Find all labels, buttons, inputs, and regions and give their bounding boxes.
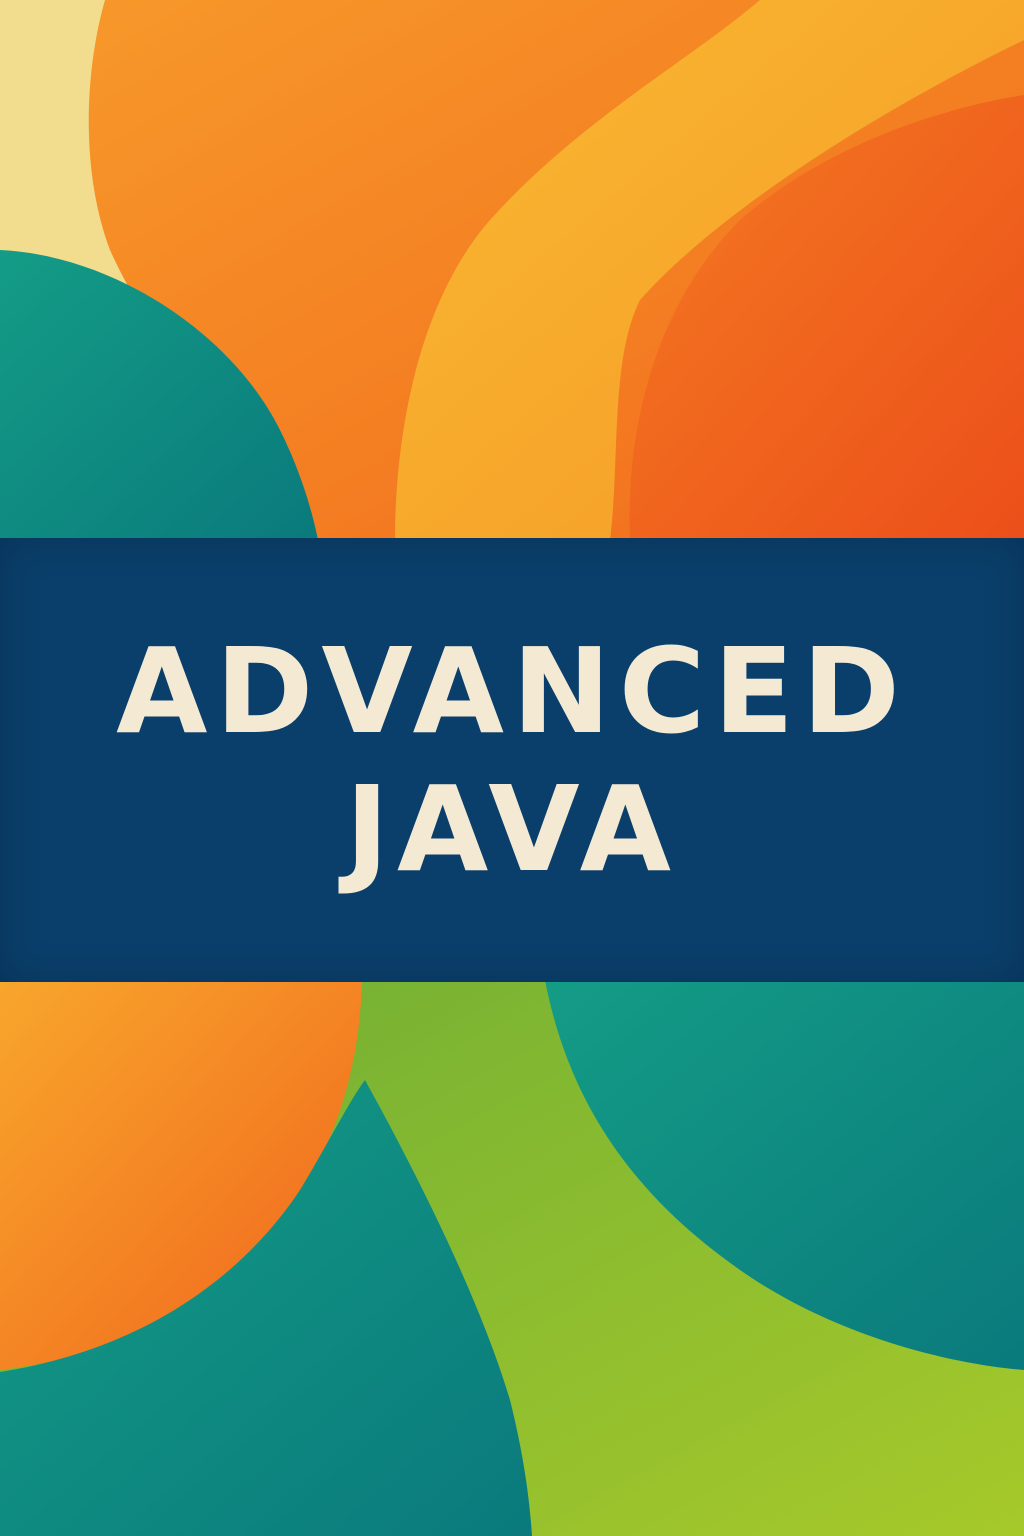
title-line-advanced: ADVANCED — [116, 622, 908, 760]
title-line-java: JAVA — [345, 760, 679, 898]
title-band: ADVANCED JAVA — [0, 538, 1024, 982]
book-cover: ADVANCED JAVA — [0, 0, 1024, 1536]
